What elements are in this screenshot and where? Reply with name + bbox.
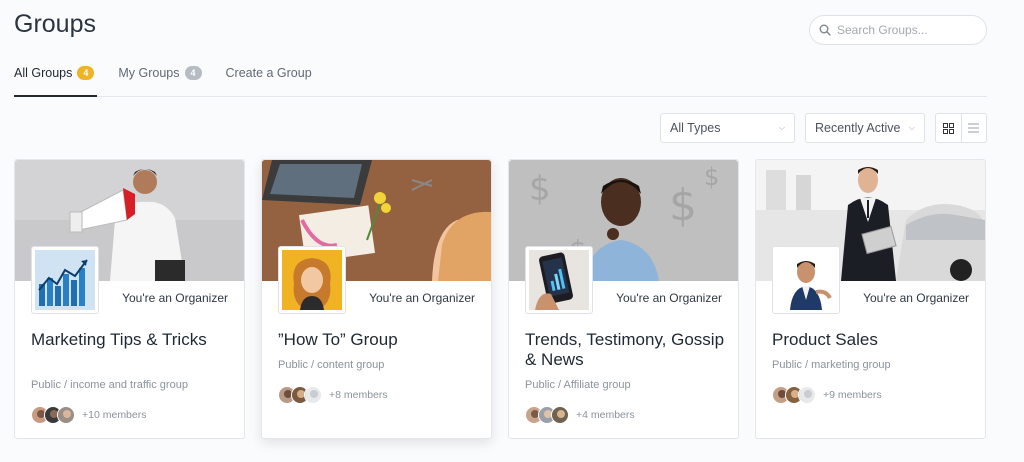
search-input[interactable] — [837, 23, 977, 37]
chevron-down-icon: ⌵ — [908, 123, 915, 132]
member-count: +10 members — [82, 409, 147, 421]
group-avatar[interactable] — [525, 246, 593, 314]
group-card[interactable]: You're an Organizer Product Sales Public… — [755, 159, 986, 439]
group-avatar[interactable] — [31, 246, 99, 314]
tab-all-groups[interactable]: All Groups 4 — [14, 62, 95, 84]
search-icon — [819, 24, 831, 36]
tab-create-group[interactable]: Create a Group — [226, 62, 312, 84]
type-filter-value: All Types — [670, 121, 721, 135]
groups-grid: You're an Organizer Marketing Tips & Tri… — [14, 159, 986, 439]
svg-text:$: $ — [529, 169, 551, 209]
count-badge: 4 — [77, 66, 95, 80]
group-card[interactable]: $ $ $ $ You're an Organizer Trend — [508, 159, 739, 439]
page-title: Groups — [14, 10, 96, 38]
group-meta: Public / content group — [278, 359, 385, 371]
member-avatar — [551, 406, 569, 424]
count-badge: 4 — [184, 66, 202, 80]
search-box[interactable] — [809, 15, 987, 45]
svg-text:$: $ — [669, 180, 697, 231]
organizer-label: You're an Organizer — [863, 291, 969, 305]
svg-text:$: $ — [704, 163, 719, 191]
tab-my-groups[interactable]: My Groups 4 — [118, 62, 202, 84]
group-members[interactable]: +9 members — [772, 386, 882, 404]
group-members[interactable]: +8 members — [278, 386, 388, 404]
group-name[interactable]: Trends, Testimony, Gossip & News — [525, 330, 725, 370]
organizer-label: You're an Organizer — [369, 291, 475, 305]
group-name[interactable]: ”How To” Group — [278, 330, 478, 350]
member-avatar — [57, 406, 75, 424]
grid-icon — [942, 122, 954, 134]
group-tabs: All Groups 4 My Groups 4 Create a Group — [14, 62, 336, 84]
group-meta: Public / marketing group — [772, 359, 891, 371]
group-name[interactable]: Product Sales — [772, 330, 972, 350]
grid-view-button[interactable] — [936, 114, 962, 142]
group-avatar[interactable] — [772, 246, 840, 314]
group-card[interactable]: You're an Organizer ”How To” Group Publi… — [261, 159, 492, 439]
tabs-divider — [14, 96, 987, 97]
order-filter-value: Recently Active — [815, 121, 901, 135]
tab-label: My Groups — [118, 66, 180, 80]
group-name[interactable]: Marketing Tips & Tricks — [31, 330, 231, 350]
group-members[interactable]: +4 members — [525, 406, 635, 424]
list-view-button[interactable] — [962, 114, 987, 142]
tab-label: All Groups — [14, 66, 73, 80]
group-avatar[interactable] — [278, 246, 346, 314]
view-toggle — [935, 113, 987, 143]
organizer-label: You're an Organizer — [122, 291, 228, 305]
tab-label: Create a Group — [225, 66, 312, 80]
chevron-down-icon: ⌵ — [778, 123, 785, 132]
group-meta: Public / income and traffic group — [31, 379, 188, 391]
member-count: +8 members — [329, 389, 388, 401]
type-filter-select[interactable]: All Types ⌵ — [660, 113, 795, 143]
member-avatar — [304, 386, 322, 404]
member-count: +4 members — [576, 409, 635, 421]
organizer-label: You're an Organizer — [616, 291, 722, 305]
member-avatar — [798, 386, 816, 404]
active-tab-indicator — [14, 95, 97, 97]
order-filter-select[interactable]: Recently Active ⌵ — [805, 113, 925, 143]
group-meta: Public / Affiliate group — [525, 379, 631, 391]
group-members[interactable]: +10 members — [31, 406, 147, 424]
member-count: +9 members — [823, 389, 882, 401]
group-card[interactable]: You're an Organizer Marketing Tips & Tri… — [14, 159, 245, 439]
list-icon — [968, 123, 980, 133]
